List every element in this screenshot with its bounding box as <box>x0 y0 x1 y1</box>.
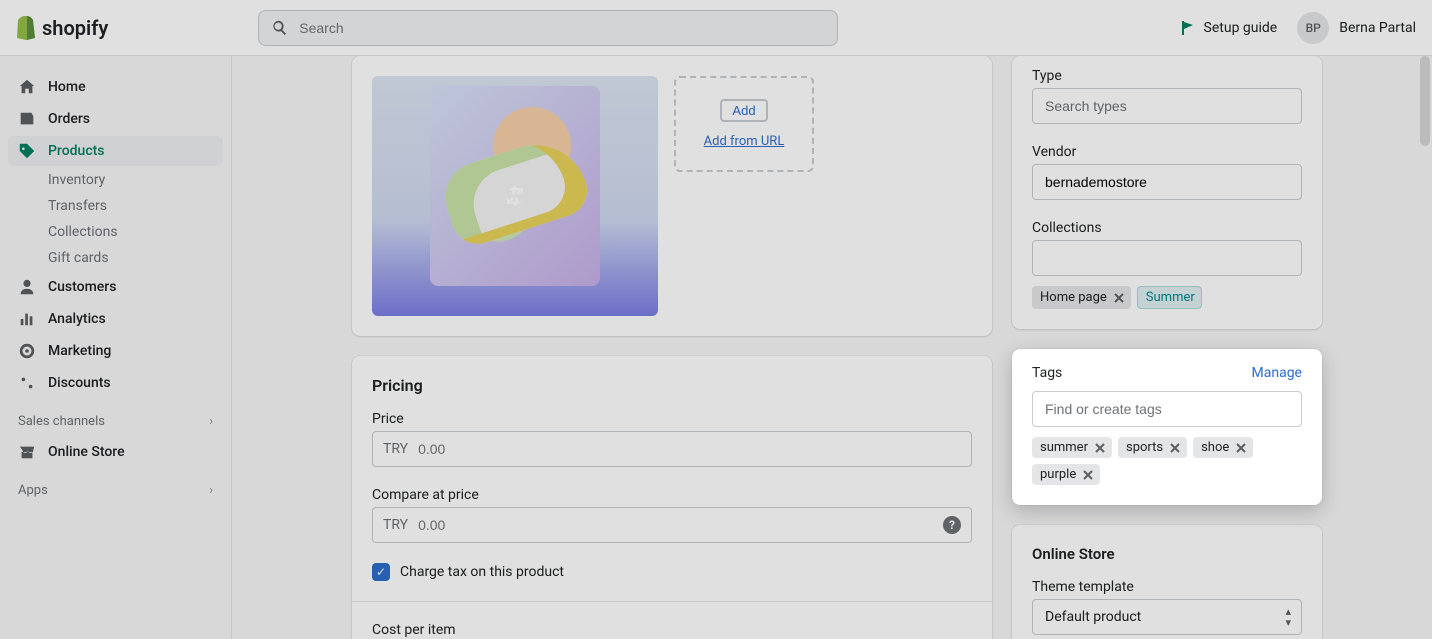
global-search[interactable] <box>258 10 838 46</box>
flag-icon <box>1180 20 1196 36</box>
product-image-thumbnail[interactable] <box>372 76 658 316</box>
tag-chip: summer <box>1032 437 1112 458</box>
add-from-url-link[interactable]: Add from URL <box>704 134 785 149</box>
online-store-card: Online Store Theme template Default prod… <box>1012 525 1322 639</box>
brand-logo: shopify <box>16 16 108 40</box>
manage-tags-link[interactable]: Manage <box>1252 365 1302 381</box>
remove-tag-icon[interactable] <box>1094 442 1106 454</box>
search-icon <box>271 19 289 37</box>
collection-chip: Summer <box>1137 286 1202 309</box>
apps-header[interactable]: Apps › <box>8 469 223 504</box>
currency-prefix: TRY <box>383 517 408 533</box>
collections-input[interactable] <box>1032 240 1302 276</box>
currency-prefix: TRY <box>383 441 408 457</box>
chevron-right-icon: › <box>209 414 213 429</box>
discounts-icon <box>18 374 36 392</box>
store-icon <box>18 443 36 461</box>
collections-label: Collections <box>1032 220 1302 236</box>
compare-price-label: Compare at price <box>372 487 972 503</box>
home-icon <box>18 78 36 96</box>
brand-text: shopify <box>42 16 108 40</box>
sidebar-item-orders[interactable]: Orders <box>8 104 223 134</box>
theme-template-label: Theme template <box>1032 579 1302 595</box>
tags-card: Tags Manage summer sports shoe purple <box>1012 349 1322 505</box>
tags-title: Tags <box>1032 365 1062 381</box>
pricing-title: Pricing <box>372 376 972 395</box>
sidebar: Home Orders Products Inventory Transfers… <box>0 56 232 639</box>
price-input[interactable] <box>418 441 961 457</box>
theme-template-select[interactable]: Default product ▴▾ <box>1032 599 1302 635</box>
sidebar-item-analytics[interactable]: Analytics <box>8 304 223 334</box>
select-caret-icon: ▴▾ <box>1285 606 1291 628</box>
charge-tax-checkbox[interactable]: ✓ Charge tax on this product <box>372 563 972 581</box>
sidebar-item-marketing[interactable]: Marketing <box>8 336 223 366</box>
customers-icon <box>18 278 36 296</box>
add-media-button[interactable]: Add <box>720 99 767 122</box>
collection-chip: Home page <box>1032 286 1131 309</box>
type-input[interactable] <box>1032 88 1302 124</box>
help-icon[interactable]: ? <box>943 516 961 534</box>
sidebar-item-online-store[interactable]: Online Store <box>8 437 223 467</box>
tags-chip-row: summer sports shoe purple <box>1032 437 1302 485</box>
sidebar-sub-collections[interactable]: Collections <box>8 220 223 244</box>
media-card: Add Add from URL <box>352 56 992 336</box>
checkbox-checked-icon: ✓ <box>372 563 390 581</box>
marketing-icon <box>18 342 36 360</box>
scrollbar-thumb[interactable] <box>1420 56 1430 146</box>
compare-price-input-wrap[interactable]: TRY ? <box>372 507 972 543</box>
pricing-card: Pricing Price TRY Compare at price TRY <box>352 356 992 639</box>
media-dropzone[interactable]: Add Add from URL <box>674 76 814 172</box>
search-input[interactable] <box>299 20 825 36</box>
sales-channels-header[interactable]: Sales channels › <box>8 400 223 435</box>
online-store-title: Online Store <box>1032 545 1302 563</box>
vendor-label: Vendor <box>1032 144 1302 160</box>
user-menu[interactable]: BP Berna Partal <box>1297 12 1416 44</box>
price-label: Price <box>372 411 972 427</box>
tags-input[interactable] <box>1032 391 1302 427</box>
tag-chip: shoe <box>1193 437 1253 458</box>
setup-guide-button[interactable]: Setup guide <box>1180 20 1278 36</box>
compare-price-input[interactable] <box>418 517 933 533</box>
sidebar-sub-gift-cards[interactable]: Gift cards <box>8 246 223 270</box>
products-icon <box>18 142 36 160</box>
tag-chip: purple <box>1032 464 1100 485</box>
sidebar-item-discounts[interactable]: Discounts <box>8 368 223 398</box>
sidebar-item-home[interactable]: Home <box>8 72 223 102</box>
chevron-right-icon: › <box>209 483 213 498</box>
type-label: Type <box>1032 68 1302 84</box>
remove-tag-icon[interactable] <box>1082 469 1094 481</box>
avatar: BP <box>1297 12 1329 44</box>
tag-chip: sports <box>1118 437 1187 458</box>
vendor-input[interactable] <box>1032 164 1302 200</box>
sidebar-sub-inventory[interactable]: Inventory <box>8 168 223 192</box>
sidebar-item-customers[interactable]: Customers <box>8 272 223 302</box>
orders-icon <box>18 110 36 128</box>
user-name: Berna Partal <box>1339 20 1416 36</box>
main-content: Add Add from URL Pricing Price TRY <box>232 56 1432 639</box>
sidebar-item-products[interactable]: Products <box>8 136 223 166</box>
organization-card: Type Vendor Collections Home page <box>1012 56 1322 329</box>
cost-per-item-label: Cost per item <box>372 622 972 638</box>
price-input-wrap[interactable]: TRY <box>372 431 972 467</box>
remove-chip-icon[interactable] <box>1113 292 1125 304</box>
analytics-icon <box>18 310 36 328</box>
top-bar: shopify Setup guide BP Berna Partal <box>0 0 1432 56</box>
sidebar-sub-transfers[interactable]: Transfers <box>8 194 223 218</box>
expand-icon <box>505 186 525 206</box>
remove-tag-icon[interactable] <box>1235 442 1247 454</box>
shopify-bag-icon <box>16 16 38 40</box>
remove-tag-icon[interactable] <box>1169 442 1181 454</box>
